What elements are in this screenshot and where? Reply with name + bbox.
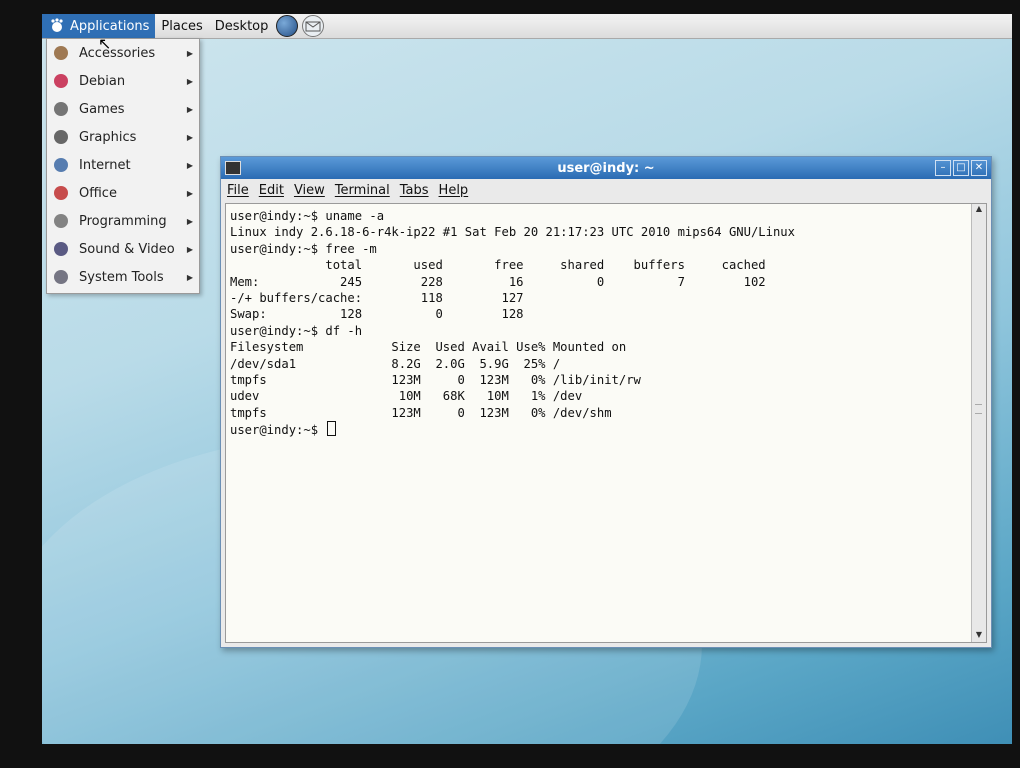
- terminal-line: user@indy:~$: [230, 421, 966, 438]
- programming-icon: [51, 211, 71, 231]
- menu-item-games[interactable]: Games ▶: [47, 95, 199, 123]
- graphics-icon: [51, 127, 71, 147]
- menu-item-label: Debian: [79, 73, 126, 89]
- terminal-line-text: user@indy:~$ free -m: [230, 241, 377, 256]
- top-panel: Applications Places Desktop: [42, 14, 1012, 39]
- menu-item-accessories[interactable]: Accessories ▶: [47, 39, 199, 67]
- menu-item-office[interactable]: Office ▶: [47, 179, 199, 207]
- terminal-menu-terminal[interactable]: Terminal: [335, 183, 390, 198]
- maximize-button[interactable]: □: [953, 160, 969, 176]
- terminal-line: tmpfs 123M 0 123M 0% /dev/shm: [230, 405, 966, 421]
- submenu-arrow-icon: ▶: [186, 188, 193, 198]
- menu-item-internet[interactable]: Internet ▶: [47, 151, 199, 179]
- menu-item-label: Office: [79, 185, 117, 201]
- terminal-menu-help[interactable]: Help: [439, 183, 469, 198]
- system-tools-icon: [51, 267, 71, 287]
- desktop-menu-button[interactable]: Desktop: [209, 14, 275, 38]
- terminal-line: Swap: 128 0 128: [230, 306, 966, 322]
- terminal-line-text: udev 10M 68K 10M 1% /dev: [230, 389, 583, 404]
- submenu-arrow-icon: ▶: [186, 104, 193, 114]
- text-cursor: [327, 421, 337, 437]
- terminal-text: user@indy:~$ uname -a Linux indy 2.6.18-6…: [230, 208, 966, 638]
- terminal-line: user@indy:~$ df -h: [230, 323, 966, 339]
- close-button[interactable]: ✕: [971, 160, 987, 176]
- terminal-line: Linux indy 2.6.18-6-r4k-ip22 #1 Sat Feb …: [230, 224, 966, 240]
- submenu-arrow-icon: ▶: [186, 132, 193, 142]
- submenu-arrow-icon: ▶: [186, 76, 193, 86]
- menu-item-label: Internet: [79, 157, 131, 173]
- minimize-button[interactable]: –: [935, 160, 951, 176]
- terminal-line: -/+ buffers/cache: 118 127: [230, 290, 966, 306]
- debian-icon: [51, 71, 71, 91]
- scroll-down-icon[interactable]: ▼: [972, 630, 986, 642]
- menu-item-graphics[interactable]: Graphics ▶: [47, 123, 199, 151]
- terminal-line-text: /dev/sda1 8.2G 2.0G 5.9G 25% /: [230, 356, 561, 371]
- menu-item-label: Sound & Video: [79, 241, 175, 257]
- gnome-foot-icon: [48, 17, 66, 35]
- terminal-window[interactable]: user@indy: ~ – □ ✕ File Edit View Terminal T…: [220, 156, 992, 648]
- menu-item-sound-video[interactable]: Sound & Video ▶: [47, 235, 199, 263]
- menu-item-label: Games: [79, 101, 125, 117]
- places-label: Places: [161, 18, 203, 34]
- window-title: user@indy: ~: [557, 160, 655, 176]
- desktop-label: Desktop: [214, 18, 269, 34]
- mouse-pointer-icon: ↖: [98, 34, 112, 53]
- accessories-icon: [51, 43, 71, 63]
- terminal-line-text: user@indy:~$ df -h: [230, 323, 363, 338]
- terminal-line: user@indy:~$ uname -a: [230, 208, 966, 224]
- places-menu-button[interactable]: Places: [155, 14, 208, 38]
- browser-icon[interactable]: [276, 15, 299, 37]
- menu-item-label: Programming: [79, 213, 167, 229]
- terminal-line-text: total used free shared buffers cached: [230, 258, 766, 273]
- vertical-scrollbar[interactable]: ▲ ▼: [971, 204, 986, 642]
- submenu-arrow-icon: ▶: [186, 160, 193, 170]
- office-icon: [51, 183, 71, 203]
- terminal-line-text: tmpfs 123M 0 123M 0% /dev/shm: [230, 405, 612, 420]
- terminal-line-text: user@indy:~$ uname -a: [230, 209, 385, 223]
- terminal-line: /dev/sda1 8.2G 2.0G 5.9G 25% /: [230, 356, 966, 372]
- mail-icon[interactable]: [302, 15, 325, 37]
- terminal-menu-view[interactable]: View: [294, 183, 325, 198]
- menu-item-label: Graphics: [79, 129, 137, 145]
- desktop: Applications Places Desktop ↖ Accessorie…: [42, 14, 1012, 744]
- menu-item-system-tools[interactable]: System Tools ▶: [47, 263, 199, 291]
- terminal-line-text: Mem: 245 228 16 0 7 102: [230, 274, 766, 289]
- terminal-line: Filesystem Size Used Avail Use% Mounted …: [230, 339, 966, 355]
- terminal-line: udev 10M 68K 10M 1% /dev: [230, 388, 966, 404]
- terminal-menubar: File Edit View Terminal Tabs Help: [221, 179, 991, 201]
- applications-label: Applications: [70, 18, 150, 34]
- sound-video-icon: [51, 239, 71, 259]
- terminal-output-area[interactable]: user@indy:~$ uname -a Linux indy 2.6.18-6…: [225, 203, 987, 643]
- terminal-menu-file[interactable]: File: [227, 183, 249, 198]
- menu-item-programming[interactable]: Programming ▶: [47, 207, 199, 235]
- scroll-up-icon[interactable]: ▲: [972, 204, 986, 216]
- submenu-arrow-icon: ▶: [186, 272, 193, 282]
- terminal-line: Mem: 245 228 16 0 7 102: [230, 274, 966, 290]
- internet-icon: [51, 155, 71, 175]
- menu-item-label: Accessories: [79, 45, 156, 61]
- terminal-line: tmpfs 123M 0 123M 0% /lib/init/rw: [230, 372, 966, 388]
- menu-item-label: System Tools: [79, 269, 164, 285]
- terminal-menu-edit[interactable]: Edit: [259, 183, 284, 198]
- terminal-line-text: Filesystem Size Used Avail Use% Mounted …: [230, 340, 627, 355]
- submenu-arrow-icon: ▶: [186, 244, 193, 254]
- terminal-line: total used free shared buffers cached: [230, 257, 966, 273]
- terminal-line-text: Linux indy 2.6.18-6-r4k-ip22 #1 Sat Feb …: [230, 225, 795, 240]
- terminal-line-text: tmpfs 123M 0 123M 0% /lib/init/rw: [230, 373, 641, 388]
- terminal-line-text: -/+ buffers/cache: 118 127: [230, 291, 524, 306]
- terminal-line-text: Swap: 128 0 128: [230, 307, 524, 322]
- menu-item-debian[interactable]: Debian ▶: [47, 67, 199, 95]
- terminal-line: user@indy:~$ free -m: [230, 241, 966, 257]
- submenu-arrow-icon: ▶: [186, 216, 193, 226]
- scrollbar-grip[interactable]: [975, 404, 982, 414]
- terminal-line-text: user@indy:~$: [230, 423, 326, 438]
- submenu-arrow-icon: ▶: [186, 48, 193, 58]
- applications-dropdown-menu: Accessories ▶ Debian ▶ Games ▶ Graphics ▶ Intern…: [46, 38, 200, 294]
- terminal-menu-tabs[interactable]: Tabs: [400, 183, 429, 198]
- games-icon: [51, 99, 71, 119]
- window-titlebar[interactable]: user@indy: ~ – □ ✕: [221, 157, 991, 179]
